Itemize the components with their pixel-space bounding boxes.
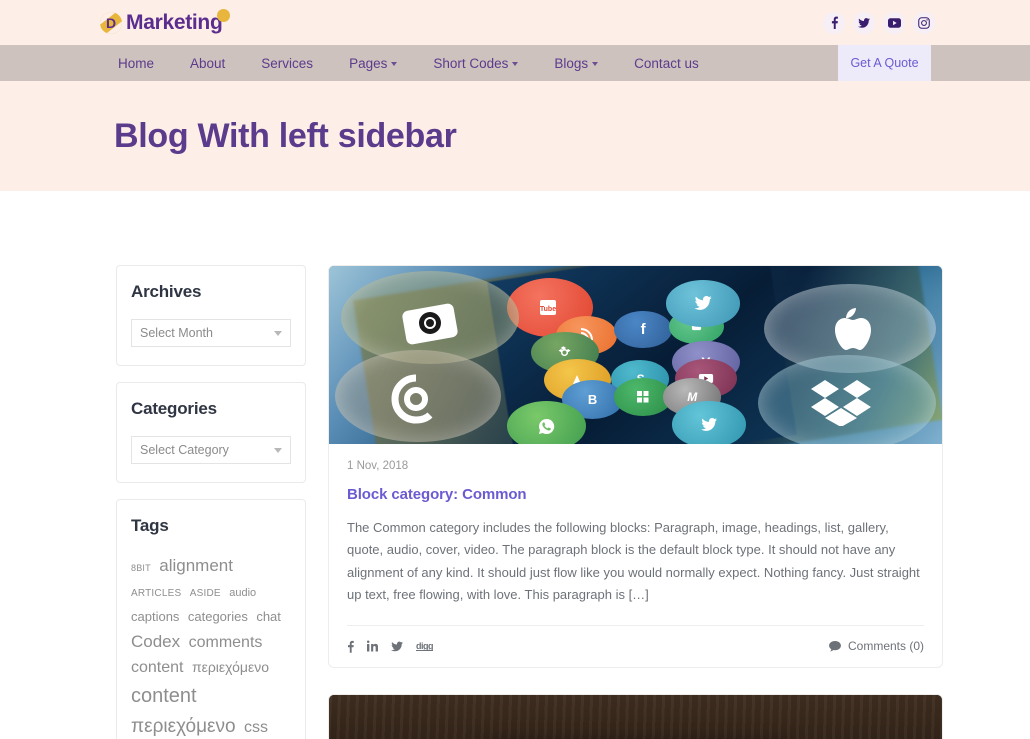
- linkedin-share-icon[interactable]: [367, 640, 378, 652]
- photo-bokeh-at-sign: [335, 349, 501, 443]
- nav-item-services[interactable]: Services: [243, 45, 331, 81]
- left-sidebar: Archives Select Month Categories Select …: [116, 265, 306, 739]
- categories-select-value: Select Category: [140, 443, 229, 457]
- tag-link[interactable]: Codex: [131, 632, 180, 651]
- page-title: Blog With left sidebar: [114, 116, 457, 155]
- nav-label: Blogs: [554, 55, 589, 71]
- post-footer: digg Comments (0): [347, 624, 924, 667]
- nav-label: Short Codes: [433, 55, 509, 71]
- tag-link[interactable]: comments: [189, 634, 263, 651]
- post-title-link[interactable]: Block category: Common: [347, 486, 924, 503]
- post-excerpt: The Common category includes the followi…: [347, 520, 920, 603]
- post-featured-image[interactable]: [329, 694, 942, 739]
- nav-item-about[interactable]: About: [172, 45, 243, 81]
- nav-label: Services: [261, 55, 314, 71]
- widget-title-tags: Tags: [131, 516, 169, 535]
- digg-share-icon[interactable]: digg: [416, 641, 434, 651]
- main-navigation: Home About Services Pages Short Codes Bl…: [0, 45, 1030, 81]
- post-featured-image[interactable]: Tube f Y S B: [329, 266, 942, 444]
- nav-label: Pages: [349, 55, 388, 71]
- twitter-share-icon[interactable]: [391, 641, 403, 652]
- nav-item-home[interactable]: Home: [100, 45, 172, 81]
- facebook-icon[interactable]: [823, 11, 845, 34]
- widget-tags: Tags 8BIT alignment Articles aside audio…: [116, 499, 306, 739]
- tag-link[interactable]: categories: [188, 609, 248, 624]
- photo-bokeh-dropbox: [758, 355, 936, 444]
- post-card: Tube f Y S B: [328, 265, 943, 668]
- instagram-icon[interactable]: [913, 11, 935, 34]
- nav-label: About: [190, 55, 226, 71]
- get-a-quote-button[interactable]: Get A Quote: [838, 45, 931, 81]
- logo-text-label: Marketing: [126, 10, 223, 34]
- comments-count-label: Comments (0): [847, 639, 924, 654]
- nav-item-contact-us[interactable]: Contact us: [616, 45, 717, 81]
- photo-app-icon-facebook: f: [614, 310, 673, 348]
- nav-item-short-codes[interactable]: Short Codes: [415, 45, 536, 81]
- tag-link[interactable]: captions: [131, 609, 179, 624]
- nav-label: Contact us: [634, 55, 699, 71]
- chevron-down-icon: [592, 62, 599, 66]
- logo-dot-icon: [216, 8, 230, 22]
- logo-text: Marketing: [126, 8, 230, 35]
- post-card: [328, 693, 943, 739]
- tag-link[interactable]: audio: [229, 587, 256, 599]
- tag-link[interactable]: aside: [190, 588, 221, 599]
- nav-label: Home: [118, 55, 155, 71]
- widget-title-categories: Categories: [131, 399, 217, 418]
- site-logo[interactable]: D Marketing: [100, 8, 230, 35]
- photo-app-icon-whatsapp: [506, 401, 587, 444]
- svg-text:Tube: Tube: [540, 306, 556, 313]
- chevron-down-icon: [512, 62, 519, 66]
- facebook-share-icon[interactable]: [347, 640, 354, 653]
- widget-title-archives: Archives: [131, 282, 202, 301]
- tag-cloud: 8BIT alignment Articles aside audio capt…: [131, 553, 291, 739]
- chevron-down-icon: [274, 447, 282, 453]
- post-list: Tube f Y S B: [328, 265, 943, 739]
- tag-link[interactable]: Articles: [131, 588, 181, 599]
- tag-link[interactable]: alignment: [159, 556, 233, 575]
- tag-link[interactable]: content: [131, 659, 183, 676]
- tag-link[interactable]: content: [131, 685, 197, 707]
- widget-archives: Archives Select Month: [116, 265, 306, 366]
- chevron-down-icon: [391, 62, 398, 66]
- tag-link[interactable]: chat: [256, 609, 281, 624]
- categories-select[interactable]: Select Category: [131, 436, 291, 464]
- youtube-icon[interactable]: [883, 11, 905, 34]
- page-content: Archives Select Month Categories Select …: [0, 191, 1030, 739]
- page-hero: Blog With left sidebar: [0, 81, 1030, 191]
- nav-item-pages[interactable]: Pages: [331, 45, 415, 81]
- photo-app-icon-twitter: [672, 401, 746, 444]
- post-date: 1 Nov, 2018: [347, 460, 409, 472]
- post-comments-link[interactable]: Comments (0): [829, 639, 924, 653]
- photo-desk-surface: [329, 694, 942, 739]
- nav-item-blogs[interactable]: Blogs: [536, 45, 616, 81]
- tag-link[interactable]: css: [244, 719, 268, 736]
- post-share-links: digg: [347, 640, 434, 653]
- header-social-links: [823, 11, 935, 34]
- archives-month-select[interactable]: Select Month: [131, 319, 291, 347]
- tag-link[interactable]: περιεχόμενο: [192, 659, 269, 675]
- nav-item-list: Home About Services Pages Short Codes Bl…: [100, 45, 717, 81]
- top-bar: D Marketing: [0, 0, 1030, 45]
- chevron-down-icon: [274, 330, 282, 336]
- comment-bubble-icon: [829, 640, 841, 652]
- tag-link[interactable]: περιεχόμενο: [131, 716, 236, 737]
- post-body: 1 Nov, 2018 Block category: Common The C…: [329, 444, 942, 625]
- twitter-icon[interactable]: [853, 11, 875, 34]
- logo-mark-icon: D: [100, 11, 122, 34]
- archives-select-value: Select Month: [140, 326, 213, 340]
- widget-categories: Categories Select Category: [116, 382, 306, 483]
- photo-app-icon-twitter-bird: [666, 280, 740, 327]
- tag-link[interactable]: 8BIT: [131, 563, 151, 573]
- logo-badge-letter: D: [105, 14, 117, 31]
